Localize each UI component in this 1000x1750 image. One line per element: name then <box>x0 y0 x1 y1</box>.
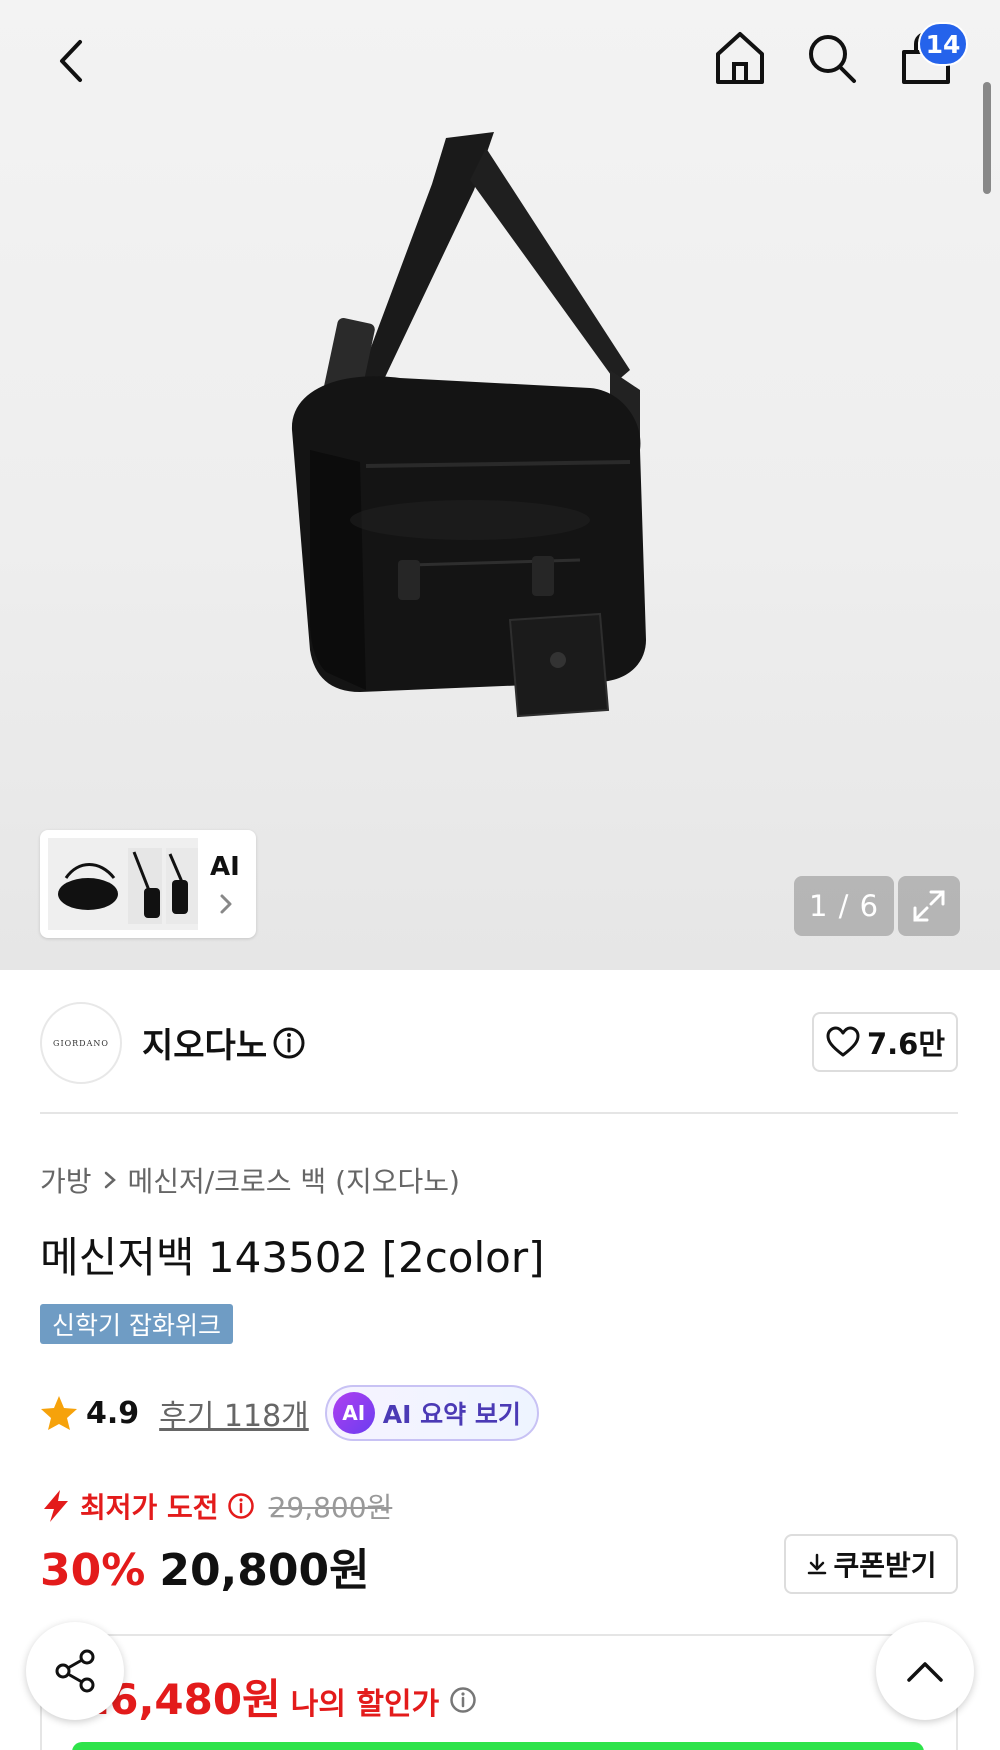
search-button[interactable] <box>802 28 862 90</box>
event-tag[interactable]: 신학기 잡화위크 <box>40 1304 233 1344</box>
deal-label: 최저가 도전 <box>80 1491 219 1524</box>
info-icon[interactable] <box>449 1686 477 1714</box>
product-image <box>291 132 646 718</box>
original-price: 29,800원 <box>268 1491 393 1524</box>
brand-name[interactable]: 지오다노 <box>142 1018 267 1067</box>
my-discount-card[interactable]: 16,480원 나의 할인가 <box>40 1634 958 1750</box>
like-count: 7.6만 <box>866 1027 946 1061</box>
my-discount-label: 나의 할인가 <box>290 1687 440 1722</box>
chevron-up-icon <box>907 1662 943 1682</box>
chevron-right-icon <box>220 894 232 914</box>
product-title: 메신저백 143502 [2color] <box>40 1233 545 1282</box>
breadcrumb-item-category[interactable]: 가방 <box>40 1160 92 1200</box>
lightning-icon <box>44 1490 68 1522</box>
divider <box>40 1112 958 1114</box>
chevron-right-icon <box>104 1171 116 1189</box>
expand-icon <box>913 890 945 922</box>
share-icon <box>55 1649 95 1693</box>
rating-score: 4.9 <box>86 1395 140 1431</box>
info-icon[interactable] <box>227 1492 255 1520</box>
download-icon <box>808 1553 827 1575</box>
purchase-bar[interactable] <box>72 1742 924 1750</box>
ai-badge-icon: AI <box>332 1392 375 1434</box>
coupon-label: 쿠폰받기 <box>833 1549 937 1582</box>
info-icon[interactable] <box>272 1026 306 1060</box>
search-icon <box>809 35 856 83</box>
home-icon <box>716 32 764 84</box>
thumbnail-strip[interactable]: AI <box>40 830 256 938</box>
thumbnail-images <box>48 838 198 930</box>
ai-summary-button[interactable]: AI AI 요약 보기 <box>324 1385 539 1441</box>
brand-logo[interactable]: GIORDANO <box>40 1002 122 1084</box>
share-button[interactable] <box>26 1622 124 1720</box>
home-button[interactable] <box>712 28 768 90</box>
ai-summary-label: AI 요약 보기 <box>382 1400 521 1429</box>
thumbnail-ai-label: AI <box>210 852 240 882</box>
coupon-button[interactable]: 쿠폰받기 <box>784 1534 958 1594</box>
lowest-price-challenge: 최저가 도전 29,800원 <box>40 1486 392 1526</box>
scrollbar[interactable] <box>983 82 991 194</box>
discount-rate: 30% <box>40 1545 146 1596</box>
back-icon <box>60 40 82 82</box>
sale-price: 20,800원 <box>159 1545 370 1596</box>
price-row: 30% 20,800원 <box>40 1534 370 1598</box>
fullscreen-button[interactable] <box>898 876 960 936</box>
cart-count-badge: 14 <box>918 22 968 66</box>
review-count-link[interactable]: 후기 118개 <box>159 1391 309 1435</box>
product-gallery[interactable]: 14 AI 1 / 6 <box>0 0 1000 970</box>
breadcrumb-item-subcategory[interactable]: 메신저/크로스 백 (지오다노) <box>128 1160 460 1200</box>
image-page-counter: 1 / 6 <box>794 876 894 936</box>
star-icon <box>41 1396 77 1430</box>
scroll-to-top-button[interactable] <box>876 1622 974 1720</box>
my-discount-row: 16,480원 나의 할인가 <box>80 1666 477 1727</box>
like-button[interactable]: 7.6만 <box>812 1012 958 1072</box>
back-button[interactable] <box>48 30 98 92</box>
heart-icon <box>826 1026 860 1057</box>
breadcrumb: 가방 메신저/크로스 백 (지오다노) <box>40 1160 460 1200</box>
rating-row: 4.9 후기 118개 AI AI 요약 보기 <box>40 1384 539 1442</box>
